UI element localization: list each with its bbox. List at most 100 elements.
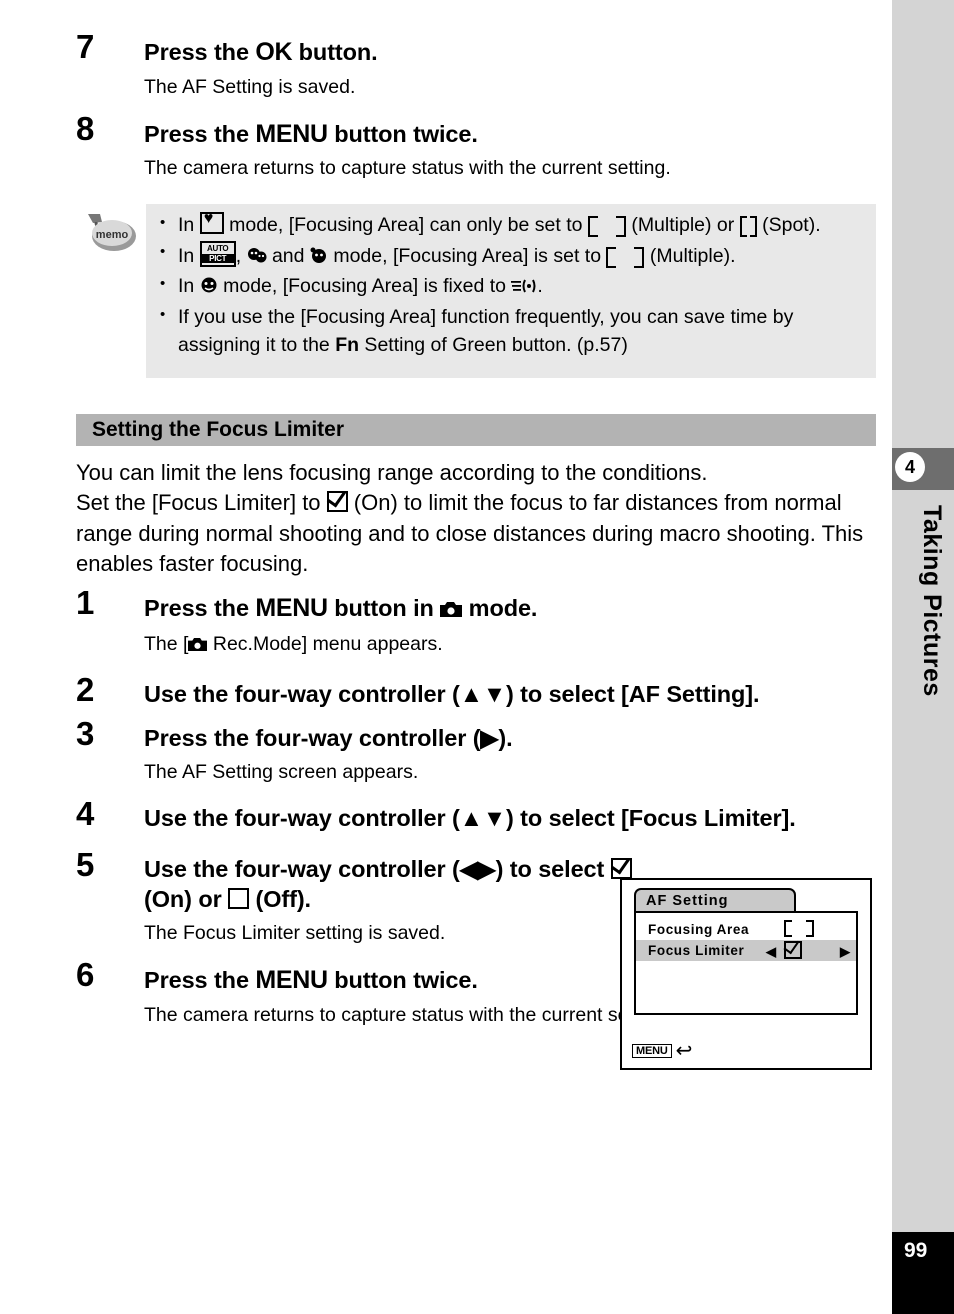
- step-4: 4 Use the four-way controller (▲▼) to se…: [76, 797, 934, 834]
- camera-mode-icon: [440, 595, 463, 626]
- memo-text: and: [266, 244, 310, 267]
- lcd-title: AF Setting: [646, 893, 729, 909]
- step-title-pre: Press the: [144, 39, 256, 65]
- af-frame-spot-icon: [739, 216, 757, 237]
- step-description: The AF Setting screen appears.: [144, 760, 419, 783]
- fn-keyword: Fn: [335, 333, 360, 356]
- step-description: The Focus Limiter setting is saved.: [144, 921, 446, 944]
- memo-text: (Multiple).: [644, 244, 736, 267]
- right-caret-icon[interactable]: ▶: [840, 944, 851, 960]
- lcd-menu-button-label[interactable]: MENU: [632, 1044, 672, 1058]
- step-3: 3 Press the four-way controller (▶). The…: [76, 717, 888, 785]
- step-title: Press the MENU button twice.: [144, 118, 888, 151]
- af-frame-multiple-icon: [587, 216, 626, 237]
- af-frame-multiple-icon: [606, 246, 645, 268]
- step-number: 5: [76, 845, 95, 883]
- menu-button-keyword: MENU: [255, 594, 328, 622]
- pan-focus-icon: [511, 275, 537, 303]
- lcd-menu-hint: MENU ↩: [632, 1038, 692, 1063]
- section-intro-paragraph: You can limit the lens focusing range ac…: [76, 458, 888, 579]
- step-description: The [ Rec.Mode] menu appears.: [144, 631, 888, 659]
- step-number: 8: [76, 109, 95, 147]
- step-title-post: button twice.: [327, 967, 478, 994]
- camera-lcd-illustration: AF Setting Focusing Area Focus Limiter ◀…: [620, 878, 872, 1070]
- memo-item-1: In mode, [Focusing Area] can only be set…: [158, 209, 864, 240]
- step-number: 4: [76, 795, 95, 833]
- step-number: 2: [76, 670, 95, 708]
- section-heading-bar: Setting the Focus Limiter: [76, 414, 876, 446]
- memo-text: Setting of Green button. (p.57): [359, 333, 628, 356]
- step-2: 2 Use the four-way controller (▲▼) to se…: [76, 673, 888, 710]
- desc-pre: The [: [144, 632, 189, 655]
- step-title-b: (On) or: [144, 886, 229, 913]
- step-8: 8 Press the MENU button twice. The camer…: [76, 112, 888, 182]
- heart-box-icon: [199, 209, 224, 234]
- checked-box-icon: [326, 491, 348, 513]
- half-length-portrait-icon: [200, 275, 218, 303]
- step-title-post: mode.: [462, 595, 538, 621]
- menu-button-keyword: MENU: [255, 119, 328, 148]
- auto-pict-bottom-label: PICT: [201, 253, 234, 263]
- memo-bullet-list: In mode, [Focusing Area] can only be set…: [158, 209, 864, 360]
- step-title-post: button twice.: [327, 120, 478, 147]
- memo-text: (Spot).: [756, 214, 821, 236]
- auto-pict-icon: AUTO PICT: [199, 240, 236, 267]
- return-arrow-icon: ↩: [675, 1040, 693, 1062]
- steps-group-top: 7 Press the OK button. The AF Setting is…: [76, 30, 888, 184]
- step-title-pre: Press the: [144, 595, 256, 621]
- step-5: 5 Use the four-way controller (◀▶) to se…: [76, 848, 684, 946]
- lcd-row-label: Focusing Area: [648, 922, 750, 937]
- memo-text: In: [178, 244, 200, 267]
- step-title: Press the MENU button twice.: [144, 964, 684, 997]
- step-number: 1: [76, 584, 95, 621]
- memo-text: .: [537, 275, 543, 298]
- desc-post: Rec.Mode] menu appears.: [207, 632, 443, 655]
- memo-text: mode, [Focusing Area] is set to: [327, 244, 607, 267]
- step-title-c: (Off).: [249, 886, 311, 913]
- step-title: Press the MENU button in mode.: [144, 592, 888, 626]
- memo-icon: memo: [80, 210, 142, 258]
- step-title-a: Use the four-way controller (◀▶) to sele…: [144, 855, 611, 882]
- memo-text: In: [178, 214, 200, 236]
- step-number: 3: [76, 715, 95, 753]
- checked-box-icon: [784, 941, 802, 960]
- lcd-row-focus-limiter[interactable]: Focus Limiter ◀ ▶: [636, 940, 856, 961]
- memo-text: In: [178, 275, 200, 298]
- page-number: 99: [904, 1239, 928, 1262]
- kids-mode-icon: [247, 245, 267, 273]
- chapter-title-vertical: Taking Pictures: [918, 505, 946, 697]
- memo-text: mode, [Focusing Area] is fixed to: [217, 275, 512, 298]
- step-title-post: button.: [292, 39, 378, 65]
- lcd-menu-panel: Focusing Area Focus Limiter ◀ ▶: [634, 911, 858, 1015]
- step-title: Use the four-way controller (◀▶) to sele…: [144, 854, 684, 915]
- lcd-row-focusing-area[interactable]: Focusing Area: [636, 919, 856, 940]
- intro-line-1: You can limit the lens focusing range ac…: [76, 460, 708, 485]
- step-title: Press the four-way controller (▶).: [144, 725, 513, 752]
- step-description: The camera returns to capture status wit…: [144, 1003, 671, 1026]
- step-6: 6 Press the MENU button twice. The camer…: [76, 958, 684, 1028]
- ok-button-keyword: OK: [255, 38, 293, 66]
- left-caret-icon[interactable]: ◀: [766, 944, 777, 960]
- memo-callout-box: In mode, [Focusing Area] can only be set…: [146, 204, 876, 378]
- step-1: 1 Press the MENU button in mode. The [ R…: [76, 586, 888, 659]
- lcd-row-label: Focus Limiter: [648, 943, 745, 958]
- intro-line-2a: Set the [Focus Limiter] to: [76, 490, 327, 516]
- step-title-pre: Press the: [144, 120, 256, 147]
- svg-text:memo: memo: [96, 229, 129, 241]
- checked-box-icon: [610, 857, 632, 879]
- step-title: Use the four-way controller (▲▼) to sele…: [144, 805, 796, 832]
- step-number: 6: [76, 956, 95, 994]
- camera-mode-icon: [188, 633, 208, 659]
- auto-pict-top-label: AUTO: [207, 243, 229, 253]
- step-title: Press the OK button.: [144, 36, 888, 69]
- af-frame-multiple-icon: [784, 920, 814, 937]
- memo-item-3: In mode, [Focusing Area] is fixed to .: [158, 273, 864, 303]
- memo-text: mode, [Focusing Area] can only be set to: [223, 214, 588, 236]
- step-number: 7: [76, 28, 95, 65]
- step-description: The AF Setting is saved.: [144, 75, 356, 98]
- memo-item-2: In AUTOPICT, and mode, [Focusing Area] i…: [158, 240, 864, 273]
- lcd-title-tab: AF Setting: [634, 888, 796, 912]
- section-heading-text: Setting the Focus Limiter: [92, 418, 345, 441]
- empty-box-icon: [228, 888, 250, 910]
- step-title: Use the four-way controller (▲▼) to sele…: [144, 680, 760, 707]
